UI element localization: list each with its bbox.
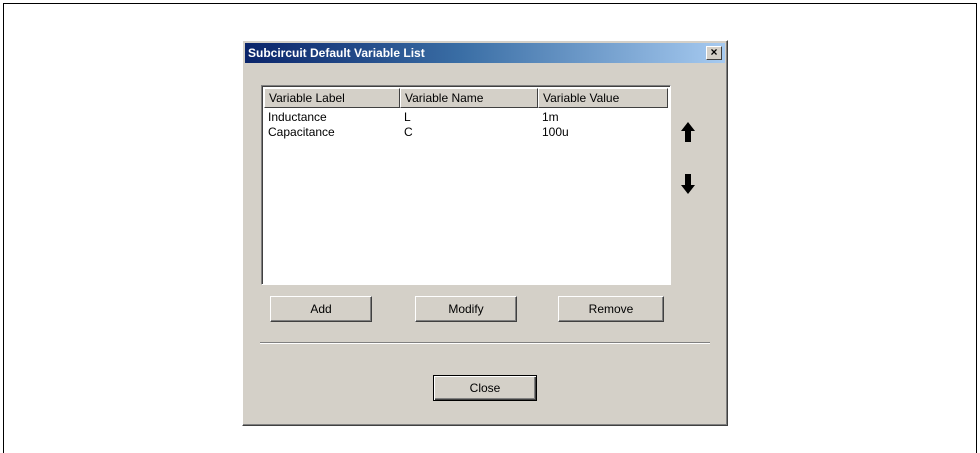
move-up-button[interactable]: [680, 121, 696, 143]
add-button[interactable]: Add: [270, 296, 372, 322]
subcircuit-variable-dialog: Subcircuit Default Variable List × Varia…: [242, 40, 728, 426]
row-variable-value: 100u: [542, 125, 569, 139]
remove-button[interactable]: Remove: [558, 296, 664, 322]
arrow-up-icon: [681, 122, 695, 142]
table-row[interactable]: Inductance L 1m: [264, 110, 668, 125]
dialog-title: Subcircuit Default Variable List: [248, 46, 425, 60]
row-variable-name: L: [404, 110, 411, 124]
variable-list[interactable]: Variable Label Variable Name Variable Va…: [261, 85, 671, 285]
arrow-down-icon: [681, 174, 695, 194]
close-button[interactable]: Close: [433, 375, 537, 401]
modify-button[interactable]: Modify: [415, 296, 517, 322]
table-row[interactable]: Capacitance C 100u: [264, 125, 668, 140]
column-header-variable-value[interactable]: Variable Value: [538, 88, 668, 108]
row-variable-label: Capacitance: [268, 125, 335, 139]
close-icon[interactable]: ×: [706, 46, 722, 60]
move-down-button[interactable]: [680, 173, 696, 195]
divider: [260, 342, 710, 344]
title-bar[interactable]: Subcircuit Default Variable List ×: [245, 43, 725, 63]
column-header-variable-name[interactable]: Variable Name: [400, 88, 538, 108]
list-header: Variable Label Variable Name Variable Va…: [264, 88, 668, 108]
row-variable-name: C: [404, 125, 413, 139]
row-variable-label: Inductance: [268, 110, 327, 124]
column-header-variable-label[interactable]: Variable Label: [264, 88, 400, 108]
row-variable-value: 1m: [542, 110, 559, 124]
